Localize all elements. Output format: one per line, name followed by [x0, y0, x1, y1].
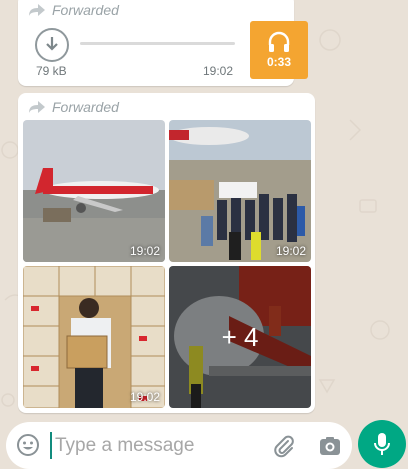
forwarded-label: Forwarded	[28, 2, 119, 18]
album-photo[interactable]: 19:02	[23, 120, 165, 262]
album-photo-more[interactable]: + 4	[169, 266, 311, 408]
emoji-icon[interactable]	[16, 433, 40, 457]
attach-icon[interactable]	[272, 434, 296, 458]
forward-arrow-icon	[29, 101, 45, 113]
forward-arrow-icon	[29, 4, 45, 16]
album-message-bubble: Forwarded 19:02 19:02 19:02 + 4	[18, 93, 315, 413]
album-photo[interactable]: 19:02	[169, 120, 311, 262]
photo-time: 19:02	[129, 244, 160, 258]
airplane-photo	[23, 120, 165, 262]
message-input[interactable]	[50, 432, 250, 459]
message-time: 19:02	[203, 64, 234, 78]
audio-duration: 0:33	[266, 55, 292, 69]
download-button[interactable]	[35, 28, 69, 62]
album-photo[interactable]: 19:02	[23, 266, 165, 408]
audio-thumbnail: 0:33	[250, 21, 308, 79]
download-icon	[46, 37, 58, 51]
audio-message-bubble[interactable]: Forwarded 79 kB 19:02 0:33	[18, 0, 308, 86]
audio-file-size: 79 kB	[36, 64, 67, 78]
boxes-photo	[23, 266, 165, 408]
more-photos-count: + 4	[169, 266, 311, 408]
message-composer	[6, 422, 352, 469]
camera-icon[interactable]	[318, 434, 342, 458]
mic-icon	[374, 433, 390, 455]
photo-time: 19:02	[275, 244, 306, 258]
forwarded-label: Forwarded	[28, 99, 119, 115]
audio-progress-track[interactable]	[80, 42, 235, 45]
headphones-icon	[268, 31, 290, 52]
voice-record-button[interactable]	[358, 420, 406, 468]
photo-time: 19:02	[129, 390, 160, 404]
group-photo	[169, 120, 311, 262]
